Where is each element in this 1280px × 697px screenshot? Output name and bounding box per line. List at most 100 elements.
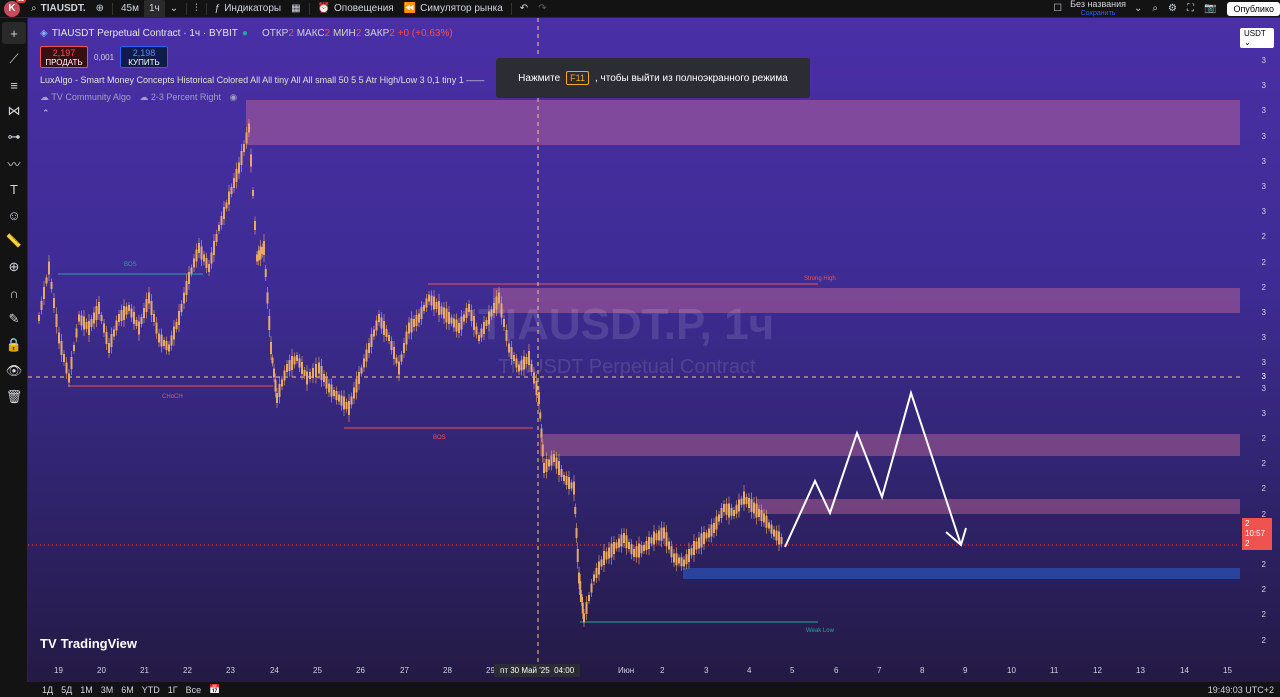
candle-body	[628, 542, 630, 549]
collapse-legend-button[interactable]: ⌃	[42, 108, 50, 119]
candle-body	[140, 317, 143, 324]
range-button[interactable]: 1М	[76, 685, 97, 695]
candle-body	[370, 334, 373, 347]
fullscreen-button[interactable]: ⛶	[1182, 0, 1199, 18]
price-axis[interactable]: USDT ⌄ 333333322233333222222222 3 2 10:5…	[1240, 18, 1280, 682]
strong-high-label: Strong High	[804, 276, 836, 282]
candle-body	[215, 234, 218, 242]
interval-1h[interactable]: 1ч	[144, 0, 165, 18]
candle-body	[375, 320, 378, 331]
visibility-tool[interactable]: 👁	[2, 360, 26, 382]
candle-body	[286, 364, 288, 372]
clock[interactable]: 19:49:03 UTC+2	[1208, 685, 1280, 695]
candle-body	[123, 306, 125, 320]
indicator-icon: ☁	[139, 92, 149, 102]
user-avatar[interactable]: K 11	[4, 0, 26, 17]
ruler-tool[interactable]: 📏	[2, 230, 26, 252]
tradingview-logo[interactable]: TV TradingView	[40, 636, 137, 651]
candle-body	[583, 613, 585, 623]
candle-body	[615, 542, 618, 549]
text-tool[interactable]: T	[2, 178, 26, 200]
candle-body	[160, 334, 163, 347]
indicators-button[interactable]: ƒ Индикаторы	[210, 0, 286, 18]
candle-body	[420, 307, 423, 319]
draw-mode-tool[interactable]: ✎	[2, 308, 26, 330]
candle-body	[270, 342, 272, 354]
lock-tool[interactable]: 🔒	[2, 334, 26, 356]
candle-body	[309, 372, 311, 379]
candle-body	[453, 318, 455, 328]
layouts-button[interactable]: ▦	[286, 0, 305, 18]
candle-body	[88, 321, 90, 335]
candle-body	[238, 162, 240, 174]
candle-body	[698, 537, 700, 549]
candle-body	[148, 292, 150, 304]
interval-dropdown[interactable]: ⌄	[165, 0, 183, 18]
candle-body	[250, 154, 252, 167]
quick-search-button[interactable]: ⌕	[1147, 0, 1163, 18]
candle-body	[138, 321, 140, 335]
candle-body	[273, 368, 275, 378]
chart-pane[interactable]: BOS CHoCH BOS Strong High Weak Low TIAUSDT.P…	[28, 18, 1280, 682]
indicator-legend-luxalgo[interactable]: LuxAlgo - Smart Money Concepts Historica…	[40, 75, 484, 85]
range-button[interactable]: 1Д	[38, 685, 57, 695]
candle-body	[90, 319, 93, 327]
time-tick-label: 10	[1007, 666, 1016, 675]
rewind-icon: ⏪	[403, 3, 417, 14]
buy-button[interactable]: 2,198 КУПИТЬ	[120, 46, 169, 68]
candle-body	[263, 241, 265, 255]
pattern-tool[interactable]: ⋈	[2, 100, 26, 122]
fib-tool[interactable]: ≡	[2, 74, 26, 96]
range-button[interactable]: 6М	[117, 685, 138, 695]
indicator-legend-secondary[interactable]: ☁ TV Community Algo ☁ 2-3 Percent Right …	[40, 92, 237, 103]
time-tick-label: 13	[1136, 666, 1145, 675]
brush-tool[interactable]: 〰	[2, 152, 26, 174]
name-watermark: TIAUSDT Perpetual Contract	[498, 356, 756, 378]
range-button[interactable]: Все	[182, 685, 206, 695]
chart-type-button[interactable]: ⫶	[190, 0, 203, 18]
candle-body	[715, 516, 718, 530]
candle-body	[93, 312, 95, 324]
range-button[interactable]: YTD	[138, 685, 164, 695]
range-button[interactable]: 1Г	[164, 685, 182, 695]
candle-body	[208, 264, 210, 272]
sell-button[interactable]: 2,197 ПРОДАТЬ	[40, 46, 88, 68]
eye-icon[interactable]: ◉	[229, 92, 237, 102]
range-button[interactable]: 5Д	[57, 685, 76, 695]
trendline-tool[interactable]: ⟋	[2, 48, 26, 70]
undo-button[interactable]: ↶	[515, 0, 533, 18]
range-button[interactable]: 3М	[97, 685, 118, 695]
candle-body	[725, 503, 728, 515]
date-range-icon[interactable]: 📅	[205, 684, 224, 695]
add-symbol-button[interactable]: ⊕	[91, 0, 109, 18]
chart-canvas[interactable]: BOS CHoCH BOS Strong High Weak Low	[28, 18, 1280, 682]
square-icon: ☐	[1053, 3, 1063, 14]
symbol-search[interactable]: ⌕ TIAUSDT.	[26, 0, 91, 18]
time-axis[interactable]: 19 20 21 22 23 24 25 26 27 28 29 Июн 2 3 4 5 6 7 8 9 10 11 12 1…	[28, 662, 1240, 682]
delete-tool[interactable]: 🗑	[2, 386, 26, 408]
trash-icon: 🗑	[5, 389, 23, 404]
legend-title[interactable]: TIAUSDT Perpetual Contract · 1ч · BYBIT	[52, 28, 238, 39]
emoji-tool[interactable]: ☺	[2, 204, 26, 226]
candle-body	[553, 454, 555, 462]
candle-body	[565, 476, 568, 485]
crosshair-tool[interactable]: +	[2, 22, 26, 44]
zoom-tool[interactable]: ⊕	[2, 256, 26, 278]
time-tick-label: 27	[400, 666, 409, 675]
settings-button[interactable]: ⚙	[1163, 0, 1182, 18]
price-tick-label: 3	[1261, 106, 1266, 116]
prediction-tool[interactable]: ⊶	[2, 126, 26, 148]
layout-select[interactable]: ☐ Без названия Сохранить ⌄	[1048, 0, 1147, 18]
magnet-tool[interactable]: ∩	[2, 282, 26, 304]
interval-45m[interactable]: 45м	[116, 0, 144, 18]
replay-button[interactable]: ⏪ Симулятор рынка	[399, 0, 508, 18]
publish-button[interactable]: Опублико	[1227, 1, 1280, 16]
alerts-button[interactable]: ⏰ Оповещения	[313, 0, 399, 18]
candle-body	[100, 315, 103, 321]
redo-button[interactable]: ↷	[533, 0, 551, 18]
snapshot-button[interactable]: 📷	[1199, 0, 1221, 18]
time-tick-label: 15	[1223, 666, 1232, 675]
candle-body	[55, 314, 58, 327]
currency-select[interactable]: USDT ⌄	[1240, 28, 1274, 48]
candle-body	[168, 344, 170, 352]
